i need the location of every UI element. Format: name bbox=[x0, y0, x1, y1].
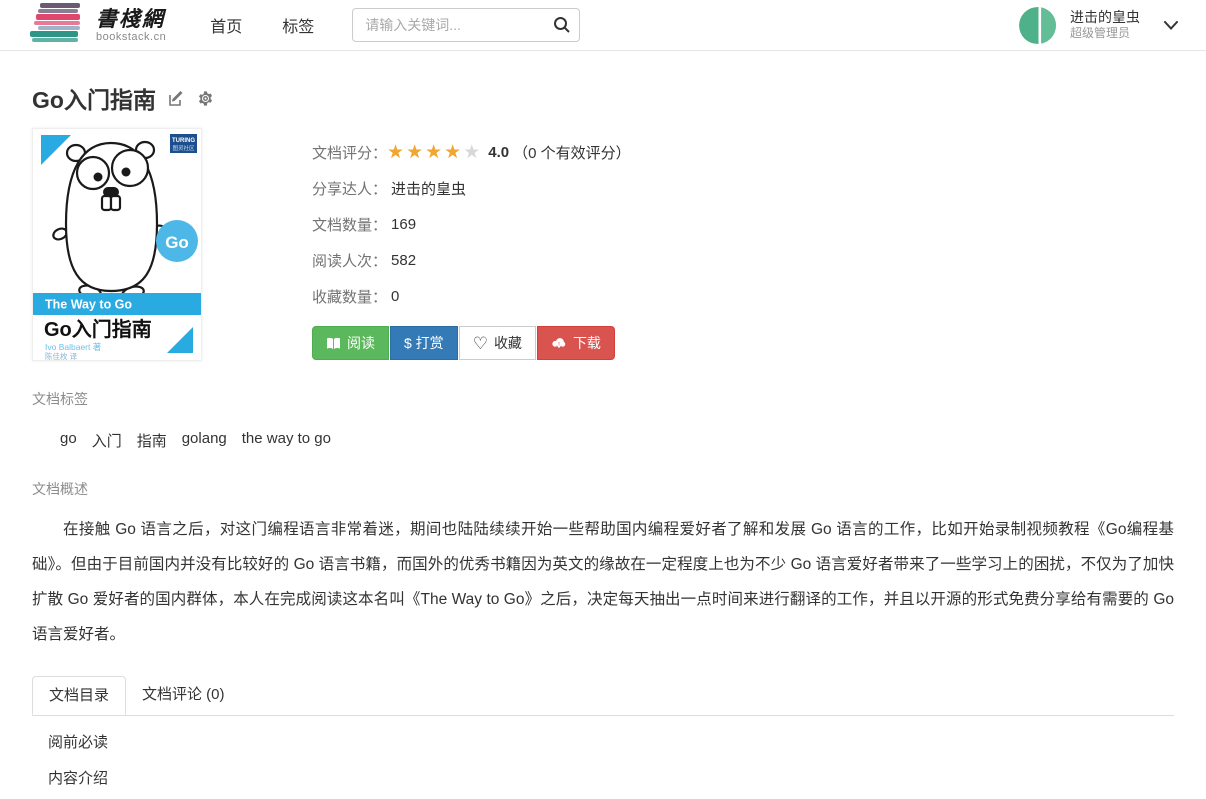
search-input[interactable] bbox=[352, 8, 580, 42]
user-role: 超级管理员 bbox=[1070, 26, 1140, 42]
page-title: Go入门指南 bbox=[32, 81, 156, 115]
top-header: 書棧網 bookstack.cn 首页 标签 进击的皇虫 超级管理员 bbox=[0, 0, 1206, 51]
cover-translator: 陈佳枚 译 bbox=[45, 351, 78, 360]
tag-item[interactable]: golang bbox=[182, 430, 227, 451]
tag-item[interactable]: 指南 bbox=[137, 430, 167, 451]
edit-icon[interactable] bbox=[168, 90, 185, 107]
book-cover[interactable]: TURING 图灵社区 bbox=[32, 128, 202, 361]
download-button[interactable]: 下载 bbox=[537, 326, 615, 360]
book-overview: 在接触 Go 语言之后，对这门编程语言非常着迷，期间也陆陆续续开始一些帮助国内编… bbox=[32, 512, 1174, 652]
turing-badge: TURING 图灵社区 bbox=[170, 134, 197, 153]
toc-item[interactable]: 内容介绍 bbox=[32, 761, 1174, 797]
svg-text:图灵社区: 图灵社区 bbox=[172, 144, 195, 152]
cover-banner: The Way to Go bbox=[33, 293, 201, 315]
nav-item-home[interactable]: 首页 bbox=[210, 13, 242, 37]
svg-text:The Way to Go: The Way to Go bbox=[45, 298, 132, 312]
favorite-button[interactable]: ♡ 收藏 bbox=[459, 326, 536, 360]
tag-item[interactable]: go bbox=[60, 430, 77, 451]
star-rating[interactable]: ★★★★★ bbox=[387, 143, 482, 162]
stat-doc-count: 文档数量： 169 bbox=[312, 206, 631, 242]
read-button[interactable]: 阅读 bbox=[312, 326, 389, 360]
tag-list: go 入门 指南 golang the way to go bbox=[32, 430, 1174, 451]
avatar[interactable] bbox=[1019, 7, 1056, 44]
stat-rating: 文档评分： ★★★★★ 4.0 （0 个有效评分） bbox=[312, 134, 631, 170]
rating-value: 4.0 bbox=[488, 144, 509, 161]
heart-icon: ♡ bbox=[473, 335, 488, 352]
reward-button[interactable]: $ 打赏 bbox=[390, 326, 458, 360]
dollar-label: $ 打赏 bbox=[404, 333, 444, 353]
book-icon bbox=[326, 337, 341, 350]
search-box bbox=[352, 8, 580, 42]
bookstack-logo-icon bbox=[28, 1, 86, 50]
toc-list: 阅前必读 内容介绍 前言 第1章：Go 语言的起源，发展与普及 第2章：安装与运… bbox=[32, 725, 1174, 799]
rating-count: （0 个有效评分） bbox=[513, 142, 631, 163]
svg-text:TURING: TURING bbox=[172, 138, 195, 144]
stat-read-count: 阅读人次： 582 bbox=[312, 242, 631, 278]
toc-item[interactable]: 阅前必读 bbox=[32, 725, 1174, 761]
search-icon bbox=[553, 22, 571, 37]
go-logo-circle: Go bbox=[156, 220, 198, 262]
main-nav: 首页 标签 bbox=[210, 13, 314, 37]
stat-sharer: 分享达人： 进击的皇虫 bbox=[312, 170, 631, 206]
tag-item[interactable]: 入门 bbox=[92, 430, 122, 451]
tag-item[interactable]: the way to go bbox=[242, 430, 331, 451]
cover-title: Go入门指南 bbox=[44, 317, 152, 341]
search-button[interactable] bbox=[553, 16, 571, 37]
user-name: 进击的皇虫 bbox=[1070, 8, 1140, 26]
sharer-name[interactable]: 进击的皇虫 bbox=[391, 178, 466, 199]
tab-toc[interactable]: 文档目录 bbox=[32, 676, 126, 715]
svg-text:Go: Go bbox=[165, 233, 189, 252]
nav-item-tags[interactable]: 标签 bbox=[282, 13, 314, 37]
tags-section-label: 文档标签 bbox=[32, 389, 1174, 409]
site-title: 書棧網 bbox=[96, 7, 166, 30]
site-domain: bookstack.cn bbox=[96, 31, 166, 43]
gear-icon[interactable] bbox=[197, 90, 214, 107]
tab-comments[interactable]: 文档评论 (0) bbox=[126, 676, 241, 715]
cover-author: Ivo Balbaert 著 bbox=[45, 342, 102, 352]
site-logo[interactable]: 書棧網 bookstack.cn bbox=[28, 1, 166, 50]
chevron-down-icon[interactable] bbox=[1164, 21, 1178, 30]
cloud-download-icon bbox=[551, 337, 567, 350]
action-buttons: 阅读 $ 打赏 ♡ 收藏 bbox=[312, 326, 631, 360]
stat-fav-count: 收藏数量： 0 bbox=[312, 278, 631, 314]
user-area[interactable]: 进击的皇虫 超级管理员 bbox=[1019, 7, 1178, 44]
overview-section-label: 文档概述 bbox=[32, 479, 1174, 499]
tab-bar: 文档目录 文档评论 (0) bbox=[32, 676, 1174, 716]
